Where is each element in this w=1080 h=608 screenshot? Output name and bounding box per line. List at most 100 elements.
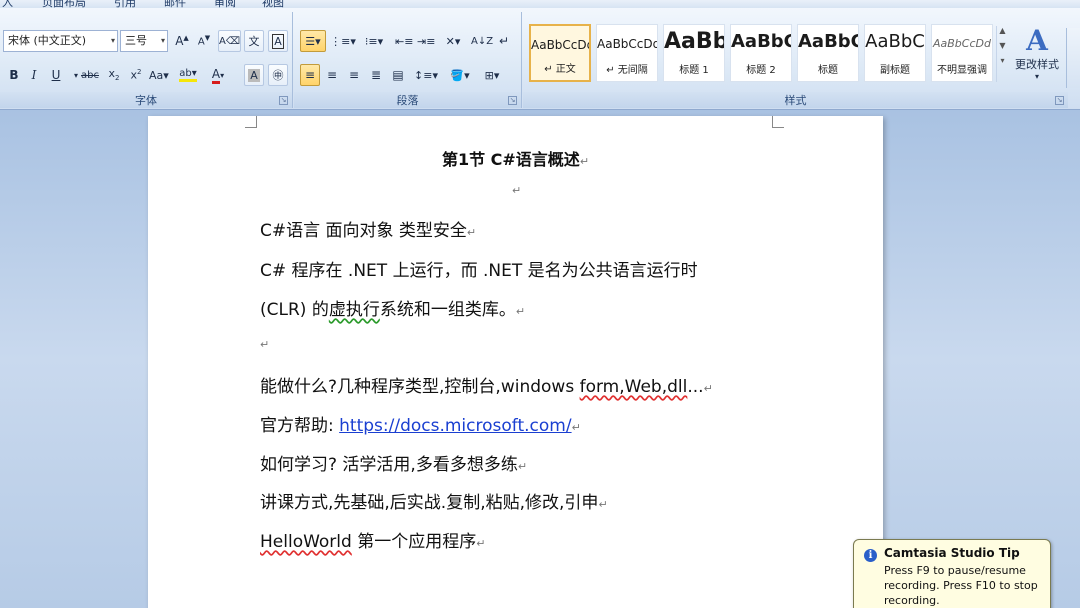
document-page[interactable]: 第1节 C#语言概述↵ ↵ C#语言 面向对象 类型安全↵ C# 程序在 .NE… (148, 116, 883, 608)
styles-group: AaBbCcDd ↵ 正文 AaBbCcDd ↵ 无间隔 AaBb 标题 1 A… (523, 12, 1068, 108)
style-tile-no-spacing[interactable]: AaBbCcDd ↵ 无间隔 (596, 24, 658, 82)
camtasia-tip-balloon[interactable]: i Camtasia Studio Tip Press F9 to pause/… (853, 539, 1051, 608)
doc-line-3[interactable]: (CLR) 的虚执行系统和一组类库。↵ (260, 295, 525, 320)
chevron-down-icon[interactable]: ▼ (997, 41, 1008, 50)
show-marks-button[interactable]: ↵ (494, 30, 514, 52)
font-dialog-launcher[interactable]: ↘ (279, 96, 288, 105)
chevron-up-icon[interactable]: ▲ (997, 26, 1008, 35)
document-area[interactable]: 第1节 C#语言概述↵ ↵ C#语言 面向对象 类型安全↵ C# 程序在 .NE… (0, 110, 1080, 608)
multilevel-list-button[interactable]: ⁝≡▾ (360, 30, 388, 52)
tab-references[interactable]: 引用 (114, 0, 136, 8)
font-family-select[interactable]: 宋体 (中文正文) ▾ (3, 30, 118, 52)
style-name: 标题 1 (679, 65, 709, 76)
justify-button[interactable]: ≣ (366, 64, 386, 86)
align-center-button[interactable]: ≡ (322, 64, 342, 86)
underline-button[interactable]: U (46, 64, 66, 86)
change-styles-icon: A (1026, 24, 1048, 57)
highlight-button[interactable]: ab▾ (178, 64, 198, 86)
subscript-button[interactable]: x2 (104, 64, 124, 86)
paragraph-mark: ↵ (476, 537, 486, 550)
tab-page-layout[interactable]: 页面布局 (42, 0, 86, 8)
style-sample: AaBb (664, 29, 725, 54)
paragraph-mark: ↵ (515, 305, 526, 318)
distributed-button[interactable]: ▤ (388, 64, 408, 86)
char-shading-button[interactable]: A (244, 64, 264, 86)
font-color-icon: A (211, 67, 221, 84)
line-text: 讲课方式,先基础,后实战.复制,粘贴,修改,引申 (260, 493, 599, 513)
strikethrough-button[interactable]: abc (80, 64, 100, 86)
clear-format-button[interactable]: A⌫ (218, 30, 241, 52)
ribbon-tab-strip: 入 页面布局 引用 邮件 审阅 视图 (0, 0, 1080, 8)
align-left-icon: ≡ (304, 68, 316, 82)
grow-font-button[interactable]: A▲ (172, 30, 192, 52)
line-text: ... (687, 377, 704, 397)
font-size-value: 三号 (125, 34, 147, 47)
font-color-button[interactable]: A ▾ (208, 64, 228, 86)
style-sample: AaBbC (798, 31, 859, 52)
char-border-icon: A (272, 33, 284, 49)
shrink-font-icon: A▼ (197, 34, 211, 48)
phonetic-guide-button[interactable]: 文 (244, 30, 264, 52)
superscript-button[interactable]: x2 (126, 64, 146, 86)
pilcrow-icon: ↵ (498, 34, 510, 48)
style-tile-title[interactable]: AaBbC 标题 (797, 24, 859, 82)
style-tile-subtle-emphasis[interactable]: AaBbCcDd 不明显强调 (931, 24, 993, 82)
doc-line-5[interactable]: 能做什么?几种程序类型,控制台,windows form,Web,dll...↵ (260, 372, 713, 397)
grammar-flag-text[interactable]: 虚执行 (329, 300, 380, 320)
style-tile-heading-1[interactable]: AaBb 标题 1 (663, 24, 725, 82)
increase-indent-button[interactable]: ⇥≡ (416, 30, 436, 52)
font-family-value: 宋体 (中文正文) (8, 34, 87, 47)
document-title[interactable]: 第1节 C#语言概述↵ (148, 146, 883, 170)
spelling-flag-text[interactable]: form,Web,dll (580, 377, 688, 397)
line-spacing-button[interactable]: ↕≡▾ (412, 64, 440, 86)
align-left-button[interactable]: ≡ (300, 64, 320, 86)
doc-line-2[interactable]: C# 程序在 .NET 上运行，而 .NET 是名为公共语言运行时 (260, 256, 698, 281)
tab-review[interactable]: 审阅 (214, 0, 236, 8)
shading-button[interactable]: 🪣▾ (446, 64, 474, 86)
ribbon-right-edge (1066, 28, 1080, 88)
decrease-indent-button[interactable]: ⇤≡ (394, 30, 414, 52)
sort-button[interactable]: A↓Z (470, 30, 494, 52)
style-tile-heading-2[interactable]: AaBbC 标题 2 (730, 24, 792, 82)
doc-line-9[interactable]: HelloWorld 第一个应用程序↵ (260, 527, 485, 552)
styles-dialog-launcher[interactable]: ↘ (1055, 96, 1064, 105)
chinese-layout-button[interactable]: ✕▾ (440, 30, 466, 52)
strikethrough-icon: abc (81, 69, 99, 81)
bullets-icon: ☰▾ (305, 34, 321, 48)
spelling-flag-text[interactable]: HelloWorld (260, 532, 352, 552)
tab-insert[interactable]: 入 (2, 0, 13, 8)
change-styles-button[interactable]: A 更改样式 ▾ (1012, 26, 1062, 92)
style-tile-subtitle[interactable]: AaBbC 副标题 (864, 24, 926, 82)
numbering-button[interactable]: ⋮≡▾ (330, 30, 356, 52)
style-tile-normal[interactable]: AaBbCcDd ↵ 正文 (529, 24, 591, 82)
bold-button[interactable]: B (4, 64, 24, 86)
enclose-char-button[interactable]: ㊥ (268, 64, 288, 86)
char-border-button[interactable]: A (268, 30, 288, 52)
change-styles-label: 更改样式 (1015, 58, 1059, 71)
italic-button[interactable]: I (24, 64, 44, 86)
align-right-icon: ≡ (348, 68, 360, 82)
doc-line-1[interactable]: C#语言 面向对象 类型安全↵ (260, 216, 476, 241)
paragraph-dialog-launcher[interactable]: ↘ (508, 96, 517, 105)
bullets-button[interactable]: ☰▾ (300, 30, 326, 52)
change-case-button[interactable]: Aa▾ (148, 64, 170, 86)
line-text: (CLR) 的 (260, 300, 329, 320)
grow-font-icon: A▲ (175, 34, 189, 48)
style-name: ↵ 无间隔 (606, 65, 648, 76)
title-text: 第1节 C#语言概述 (441, 150, 580, 169)
doc-line-7[interactable]: 如何学习? 活学活用,多看多想多练↵ (260, 450, 527, 475)
paragraph-group: ☰▾ ⋮≡▾ ⁝≡▾ ⇤≡ ⇥≡ ✕▾ A↓Z ↵ ≡ ≡ ≡ ≣ ▤ ↕≡▾ … (294, 12, 522, 108)
doc-line-6[interactable]: 官方帮助: https://docs.microsoft.com/↵ (260, 411, 581, 436)
shrink-font-button[interactable]: A▼ (194, 30, 214, 52)
doc-line-8[interactable]: 讲课方式,先基础,后实战.复制,粘贴,修改,引申↵ (260, 488, 608, 513)
align-center-icon: ≡ (326, 68, 338, 82)
tab-view[interactable]: 视图 (262, 0, 284, 8)
tab-mailings[interactable]: 邮件 (164, 0, 186, 8)
font-size-select[interactable]: 三号 ▾ (120, 30, 168, 52)
styles-gallery-scroll[interactable]: ▲ ▼ ▾ (996, 26, 1008, 82)
borders-button[interactable]: ⊞▾ (478, 64, 506, 86)
more-icon[interactable]: ▾ (997, 56, 1008, 65)
align-right-button[interactable]: ≡ (344, 64, 364, 86)
docs-hyperlink[interactable]: https://docs.microsoft.com/ (339, 416, 571, 436)
line-text: 系统和一组类库。 (379, 300, 516, 320)
